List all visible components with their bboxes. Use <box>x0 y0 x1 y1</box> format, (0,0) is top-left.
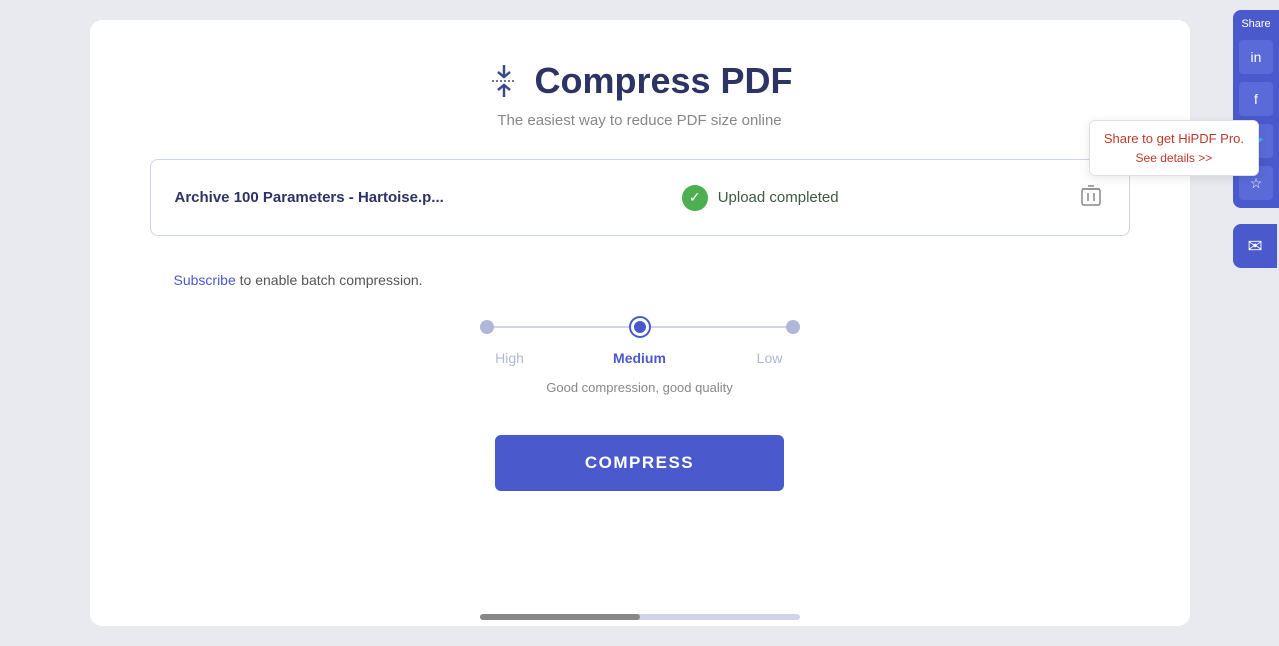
low-dot[interactable] <box>786 320 800 334</box>
subscribe-link[interactable]: Subscribe <box>174 272 236 288</box>
page-subtitle: The easiest way to reduce PDF size onlin… <box>150 112 1130 129</box>
label-high: High <box>480 350 540 366</box>
delete-file-button[interactable] <box>1077 180 1105 215</box>
compression-description: Good compression, good quality <box>546 380 732 395</box>
upload-status-text: Upload completed <box>718 189 839 206</box>
share-promo-link[interactable]: See details >> <box>1136 151 1213 165</box>
share-promo-tooltip: Share to get HiPDF Pro. See details >> <box>1089 120 1259 176</box>
facebook-icon: f <box>1254 91 1258 107</box>
email-button[interactable]: ✉ <box>1233 224 1277 268</box>
compression-section: High Medium Low Good compression, good q… <box>150 298 1130 425</box>
share-promo-title: Share to get HiPDF Pro. <box>1104 131 1244 146</box>
compress-pdf-icon <box>486 63 522 99</box>
share-panel-label: Share <box>1241 18 1270 30</box>
compression-high-option[interactable] <box>480 320 494 334</box>
main-card: Compress PDF The easiest way to reduce P… <box>90 20 1190 626</box>
file-name: Archive 100 Parameters - Hartoise.p... <box>175 189 444 206</box>
compression-low-option[interactable] <box>786 320 800 334</box>
file-upload-area: Archive 100 Parameters - Hartoise.p... ✓… <box>150 159 1130 236</box>
medium-dot[interactable] <box>631 318 649 336</box>
track-line-right <box>649 326 786 328</box>
check-icon: ✓ <box>682 185 708 211</box>
bottom-bar <box>90 596 1190 626</box>
star-icon: ☆ <box>1250 175 1263 192</box>
label-low: Low <box>740 350 800 366</box>
track-line-left <box>494 326 631 328</box>
subscribe-row: Subscribe to enable batch compression. <box>150 256 1130 288</box>
subscribe-description: to enable batch compression. <box>236 272 423 288</box>
compress-btn-wrapper: COMPRESS <box>150 435 1130 491</box>
high-dot[interactable] <box>480 320 494 334</box>
facebook-button[interactable]: f <box>1239 82 1273 116</box>
compress-button[interactable]: COMPRESS <box>495 435 784 491</box>
linkedin-button[interactable]: in <box>1239 40 1273 74</box>
scrollbar-thumb[interactable] <box>480 614 640 620</box>
label-medium: Medium <box>610 350 670 366</box>
scrollbar-track[interactable] <box>480 614 800 620</box>
upload-status: ✓ Upload completed <box>682 185 839 211</box>
linkedin-icon: in <box>1251 49 1262 65</box>
share-panel: Share in f 🐦 ☆ <box>1233 10 1279 208</box>
compression-medium-option[interactable] <box>631 318 649 336</box>
slider-labels: High Medium Low <box>480 350 800 366</box>
compression-slider[interactable] <box>480 318 800 336</box>
page-title: Compress PDF <box>534 60 792 102</box>
email-icon: ✉ <box>1247 236 1262 257</box>
page-wrapper: Share to get HiPDF Pro. See details >> S… <box>0 10 1279 636</box>
header-section: Compress PDF The easiest way to reduce P… <box>150 60 1130 129</box>
file-info-row: Archive 100 Parameters - Hartoise.p... ✓… <box>175 180 1105 215</box>
header-title: Compress PDF <box>150 60 1130 102</box>
